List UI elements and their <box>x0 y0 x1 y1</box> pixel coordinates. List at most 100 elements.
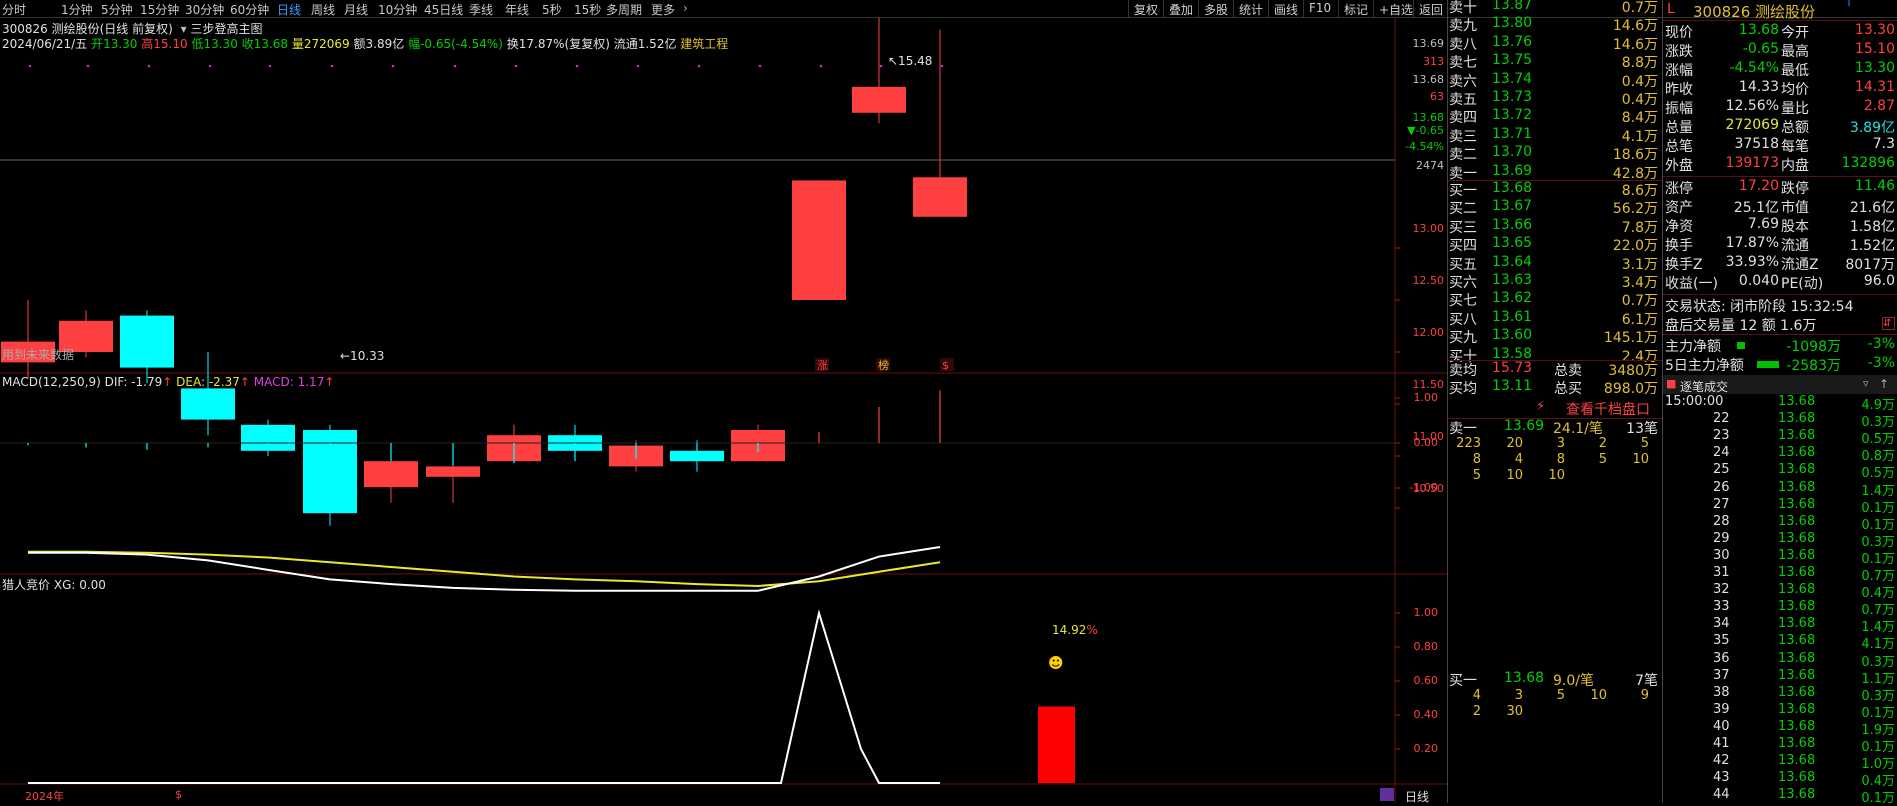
toolbar-btn-8[interactable]: 返回 <box>1413 0 1448 18</box>
sell-volume: 0.7万 <box>1621 0 1658 16</box>
macd-dif: DIF: -1.79 <box>104 375 163 389</box>
candle <box>792 180 846 300</box>
axis-tick: -4.54% <box>1405 140 1444 153</box>
hunter-bar <box>1038 706 1075 783</box>
info-value: 0.040 <box>1738 273 1779 289</box>
tab-13[interactable]: 5秒 <box>542 1 562 18</box>
buy-price: 13.66 <box>1492 216 1533 233</box>
hunter-xg: XG: 0.00 <box>53 578 106 592</box>
candle <box>303 430 357 514</box>
chart-area[interactable]: ↖15.48 ←10.33 涨 榜 $ 300826 测绘股份(日线 前复权) ▾ 三步… <box>0 0 1447 805</box>
dot <box>330 64 334 68</box>
toolbar-btn-3[interactable]: 统计 <box>1233 0 1268 18</box>
high-mark-label: ↖15.48 <box>888 54 932 68</box>
tab-10[interactable]: 45日线 <box>424 1 463 18</box>
tab-14[interactable]: 15秒 <box>574 1 601 18</box>
candle <box>120 315 174 368</box>
toolbar-btn-6[interactable]: 标记 <box>1338 0 1373 18</box>
toolbar-btn-2[interactable]: 多股 <box>1198 0 1233 18</box>
tab-3[interactable]: 15分钟 <box>140 1 179 18</box>
info-value: 33.93% <box>1725 254 1779 270</box>
info-label: 总量 <box>1665 120 1693 136</box>
smile-icon: ☻ <box>1048 654 1064 672</box>
info-label: 资产 <box>1665 200 1693 216</box>
hunter-header: 猎人竞价 XG: 0.00 <box>2 576 106 593</box>
tab-2[interactable]: 5分钟 <box>101 1 133 18</box>
info-value: 132896 <box>1841 155 1895 171</box>
dropdown-icon[interactable]: ▾ <box>181 22 187 36</box>
info-value: 37518 <box>1734 136 1779 152</box>
view-orderbook-button[interactable]: 查看千档盘口 <box>1566 399 1650 418</box>
t-icon: T <box>1846 0 1853 9</box>
toolbar-btn-0[interactable]: 复权 <box>1128 0 1163 18</box>
info-label: 股本 <box>1781 219 1809 235</box>
sell-level-label: 卖三 <box>1449 128 1477 145</box>
mark-2: $ <box>942 359 949 372</box>
info-label: 换手 <box>1665 238 1693 254</box>
float-shares: 流通1.52亿 <box>613 37 677 51</box>
tab-1[interactable]: 1分钟 <box>61 1 93 18</box>
stock-name: 300826 测绘股份 <box>1693 3 1816 21</box>
sell-price: 13.71 <box>1492 125 1533 142</box>
axis-tick: 11.50 <box>1412 378 1445 391</box>
tab-8[interactable]: 月线 <box>344 1 368 18</box>
arrow-icon: ↑ <box>162 375 173 389</box>
period-label[interactable]: 日线 <box>1405 788 1429 805</box>
buy-level-label: 买九 <box>1449 330 1477 347</box>
dot <box>819 64 823 68</box>
chevron-right-icon[interactable]: › <box>683 1 688 15</box>
tab-5[interactable]: 60分钟 <box>230 1 269 18</box>
toolbar-btn-1[interactable]: 叠加 <box>1163 0 1198 18</box>
open-label: 开 <box>91 37 104 51</box>
buy1-count: 7笔 <box>1635 673 1658 689</box>
macd-axis-tick: -1.00 <box>1409 481 1438 494</box>
divider <box>1663 20 1897 21</box>
high-value: 15.10 <box>153 37 188 51</box>
indicator-name[interactable]: 三步登高主图 <box>191 22 263 36</box>
tab-16[interactable]: 更多 <box>651 1 675 18</box>
info-value: 17.20 <box>1738 178 1779 194</box>
tab-4[interactable]: 30分钟 <box>185 1 224 18</box>
sell-price: 13.76 <box>1492 33 1533 50</box>
toolbar-btn-4[interactable]: 画线 <box>1268 0 1303 18</box>
high-label: 高 <box>141 37 154 51</box>
tab-0[interactable]: 分时 <box>2 1 26 18</box>
turnover: 换17.87%(复复权) <box>506 37 610 51</box>
info-label: PE(动) <box>1781 276 1824 292</box>
expand-icon[interactable]: ⇵ <box>1882 317 1895 330</box>
dot <box>940 64 944 68</box>
buy-volume: 56.2万 <box>1612 201 1658 218</box>
tab-11[interactable]: 季线 <box>469 1 493 18</box>
info-label: 市值 <box>1781 200 1809 216</box>
divider <box>1663 294 1897 295</box>
mark-0: 涨 <box>817 359 828 372</box>
buy-price: 13.61 <box>1492 308 1533 325</box>
info-value: 12.56% <box>1725 98 1779 114</box>
total-sell: 3480万 <box>1608 363 1658 379</box>
tab-6[interactable]: 日线 <box>277 1 301 18</box>
buy-volume: 0.7万 <box>1621 293 1658 310</box>
sell-level-label: 卖六 <box>1449 73 1477 90</box>
sell-volume: 0.4万 <box>1621 73 1658 90</box>
buy-level-label: 买六 <box>1449 275 1477 291</box>
tab-12[interactable]: 年线 <box>505 1 529 18</box>
toolbar-btn-5[interactable]: F10 <box>1303 0 1336 18</box>
divider <box>1663 176 1897 177</box>
info-label: 流通 <box>1781 238 1809 254</box>
tab-15[interactable]: 多周期 <box>606 1 642 18</box>
vol-label: 量 <box>291 37 304 51</box>
sell-volume: 0.4万 <box>1621 92 1658 108</box>
hunter-axis-tick: 0.80 <box>1413 640 1439 653</box>
buy1-queue: 10 <box>1590 688 1607 703</box>
chart-canvas[interactable]: ↖15.48 ←10.33 涨 榜 $ <box>0 0 1447 803</box>
sector[interactable]: 建筑工程 <box>680 37 728 51</box>
tab-7[interactable]: 周线 <box>311 1 335 18</box>
toolbar-btn-7[interactable]: +自选 <box>1373 0 1418 18</box>
candle <box>426 466 480 477</box>
total-buy: 898.0万 <box>1603 381 1658 397</box>
future-data-note: 用到未来数据 <box>2 348 75 362</box>
avg-sell: 15.73 <box>1492 360 1533 376</box>
buy-volume: 145.1万 <box>1603 330 1658 347</box>
info-value: 25.1亿 <box>1733 200 1779 216</box>
tab-9[interactable]: 10分钟 <box>378 1 417 18</box>
